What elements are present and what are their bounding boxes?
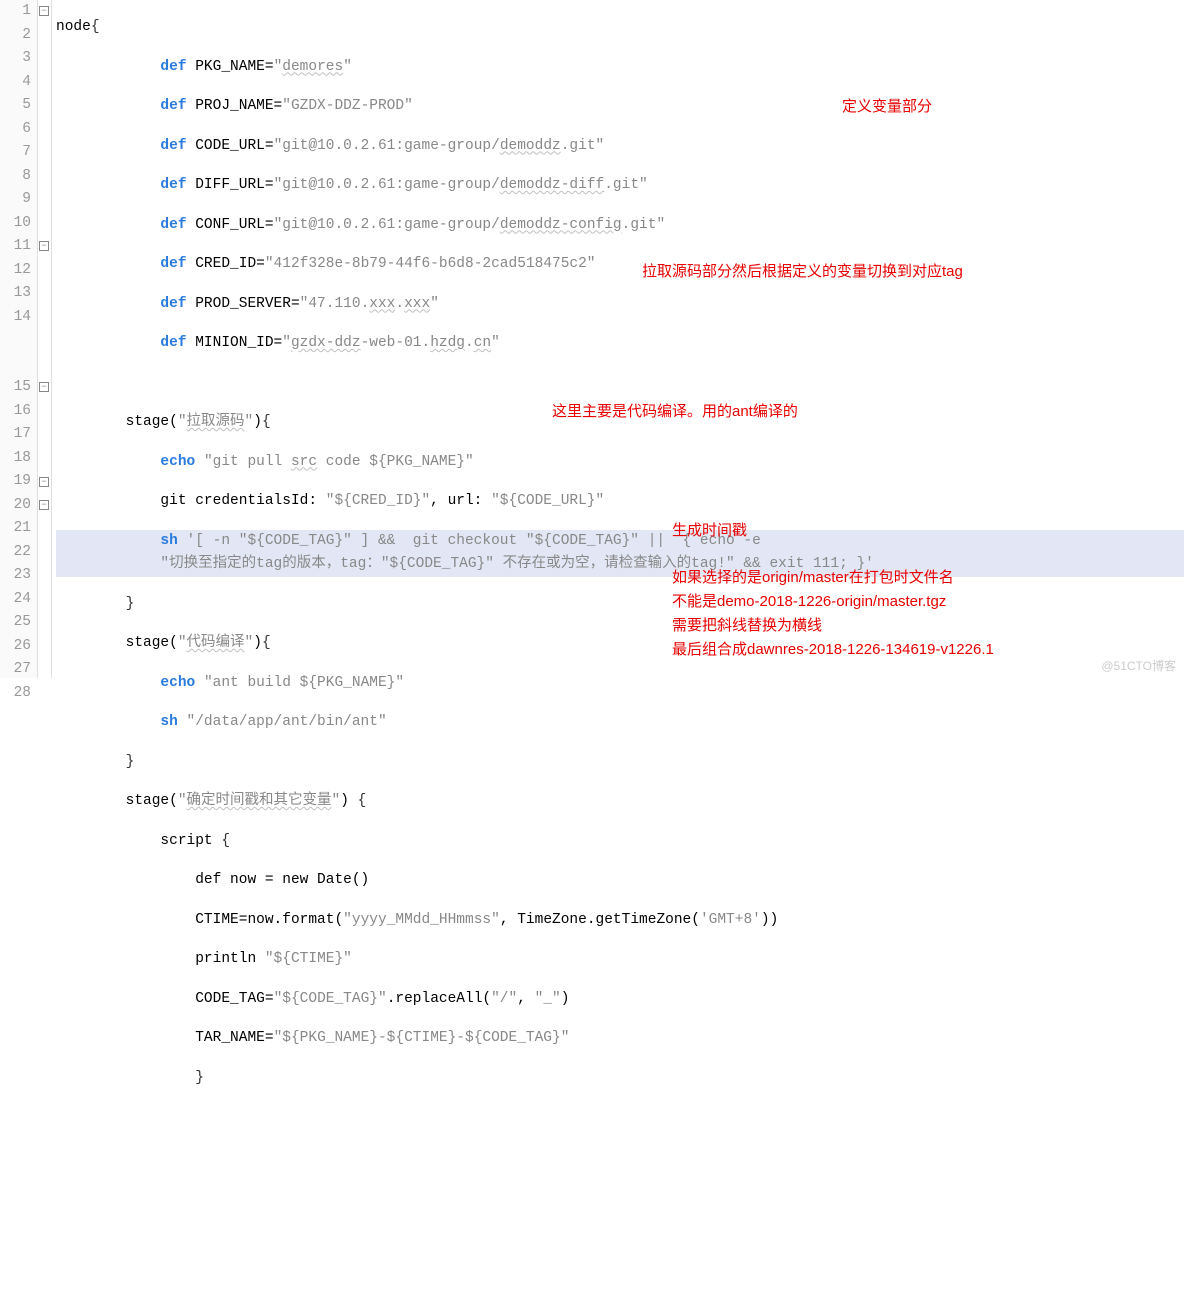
- fold-icon[interactable]: −: [39, 477, 49, 487]
- annotation: 生成时间戳: [672, 519, 747, 540]
- fold-column: − − − − −: [38, 0, 52, 678]
- fold-icon[interactable]: −: [39, 382, 49, 392]
- code-line: [56, 372, 1184, 396]
- code-line: stage("代码编译"){: [56, 632, 1184, 656]
- code-line: }: [56, 751, 1184, 775]
- annotation: 拉取源码部分然后根据定义的变量切换到对应tag: [642, 260, 963, 281]
- annotation: 如果选择的是origin/master在打包时文件名: [672, 566, 954, 587]
- code-line: echo "git pull src code ${PKG_NAME}": [56, 451, 1184, 475]
- code-line-highlighted: sh '[ -n "${CODE_TAG}" ] && git checkout…: [56, 530, 1184, 577]
- code-line: CODE_TAG="${CODE_TAG}".replaceAll("/", "…: [56, 988, 1184, 1012]
- code-line: TAR_NAME="${PKG_NAME}-${CTIME}-${CODE_TA…: [56, 1027, 1184, 1051]
- fold-icon[interactable]: −: [39, 6, 49, 16]
- code-line: }: [56, 1067, 1184, 1091]
- code-line: [56, 1106, 1184, 1130]
- code-editor: 1234567891011121314151617181920212223242…: [0, 0, 1184, 678]
- fold-icon[interactable]: −: [39, 500, 49, 510]
- code-line: script {: [56, 830, 1184, 854]
- code-line: CTIME=now.format("yyyy_MMdd_HHmmss", Tim…: [56, 909, 1184, 933]
- code-line: def PROJ_NAME="GZDX-DDZ-PROD": [56, 95, 1184, 119]
- annotation: 这里主要是代码编译。用的ant编译的: [552, 400, 798, 421]
- annotation: 定义变量部分: [842, 95, 932, 116]
- watermark: @51CTO博客: [1101, 657, 1176, 674]
- code-line: node{: [56, 16, 1184, 40]
- code-line: }: [56, 593, 1184, 617]
- code-line: def now = new Date(): [56, 869, 1184, 893]
- code-line: git credentialsId: "${CRED_ID}", url: "$…: [56, 490, 1184, 514]
- annotation: 不能是demo-2018-1226-origin/master.tgz: [672, 590, 946, 611]
- code-line: stage("确定时间戳和其它变量") {: [56, 790, 1184, 814]
- code-line: def MINION_ID="gzdx-ddz-web-01.hzdg.cn": [56, 332, 1184, 356]
- annotation: 需要把斜线替换为横线: [672, 614, 822, 635]
- code-line: def DIFF_URL="git@10.0.2.61:game-group/d…: [56, 174, 1184, 198]
- fold-icon[interactable]: −: [39, 241, 49, 251]
- code-line: def PKG_NAME="demores": [56, 56, 1184, 80]
- code-line: def CONF_URL="git@10.0.2.61:game-group/d…: [56, 214, 1184, 238]
- code-area[interactable]: node{ def PKG_NAME="demores" def PROJ_NA…: [52, 0, 1184, 678]
- annotation: 最后组合成dawnres-2018-1226-134619-v1226.1: [672, 638, 994, 659]
- code-line: def PROD_SERVER="47.110.xxx.xxx": [56, 293, 1184, 317]
- code-line: println "${CTIME}": [56, 948, 1184, 972]
- code-line: sh "/data/app/ant/bin/ant": [56, 711, 1184, 735]
- code-line: echo "ant build ${PKG_NAME}": [56, 672, 1184, 696]
- code-line: def CODE_URL="git@10.0.2.61:game-group/d…: [56, 135, 1184, 159]
- line-number-gutter: 1234567891011121314151617181920212223242…: [0, 0, 38, 678]
- code-line: def CRED_ID="412f328e-8b79-44f6-b6d8-2ca…: [56, 253, 1184, 277]
